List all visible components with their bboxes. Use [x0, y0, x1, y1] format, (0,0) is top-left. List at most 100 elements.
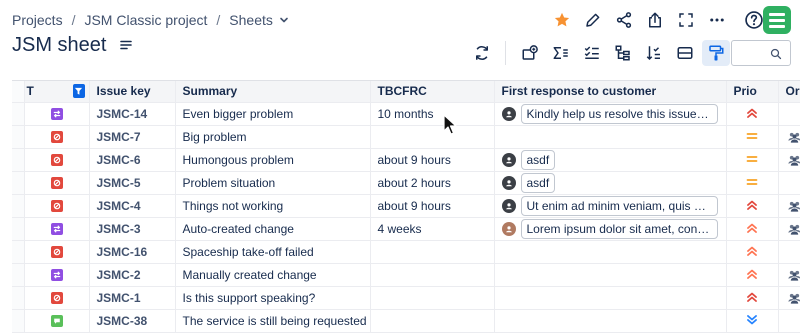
issue-key-cell[interactable]: JSMC-4 — [89, 194, 176, 218]
row-gutter[interactable] — [12, 217, 25, 241]
hierarchy-icon[interactable] — [609, 40, 637, 66]
organization-cell[interactable] — [778, 309, 800, 333]
organization-cell[interactable] — [778, 125, 800, 149]
table-row[interactable]: JSMC-2 Manually created change — [12, 263, 800, 287]
edit-icon[interactable] — [581, 8, 605, 32]
response-comment[interactable]: Kindly help us resolve this issue please — [501, 103, 719, 124]
chevron-down-icon[interactable] — [279, 15, 289, 25]
first-response-cell[interactable]: Kindly help us resolve this issue please — [494, 102, 727, 126]
priority-cell[interactable] — [726, 194, 779, 218]
first-response-cell[interactable]: Lorem ipsum dolor sit amet, consectetur — [494, 217, 727, 241]
search-input[interactable] — [731, 40, 791, 66]
tbcfrc-cell[interactable] — [370, 309, 495, 333]
row-gutter[interactable] — [12, 240, 25, 264]
priority-cell[interactable] — [726, 309, 779, 333]
priority-cell[interactable] — [726, 125, 779, 149]
row-height-icon[interactable] — [671, 40, 699, 66]
organization-cell[interactable] — [778, 263, 800, 287]
priority-cell[interactable] — [726, 286, 779, 310]
tbcfrc-cell[interactable] — [370, 240, 495, 264]
issue-type-cell[interactable] — [24, 102, 90, 126]
first-response-cell[interactable] — [494, 263, 727, 287]
priority-cell[interactable] — [726, 102, 779, 126]
response-comment[interactable]: asdf — [501, 172, 719, 193]
tbcfrc-cell[interactable]: about 9 hours — [370, 194, 495, 218]
table-row[interactable]: JSMC-1 Is this support speaking? — [12, 286, 800, 310]
column-header-type[interactable]: T — [24, 81, 90, 103]
breadcrumb-sheets[interactable]: Sheets — [229, 12, 273, 28]
summary-cell[interactable]: The service is still being requested — [175, 309, 371, 333]
table-row[interactable]: JSMC-38 The service is still being reques… — [12, 309, 800, 333]
row-gutter[interactable] — [12, 125, 25, 149]
row-gutter[interactable] — [12, 171, 25, 195]
tbcfrc-cell[interactable]: about 9 hours — [370, 148, 495, 172]
star-icon[interactable] — [550, 8, 574, 32]
summary-cell[interactable]: Things not working — [175, 194, 371, 218]
table-row[interactable]: JSMC-3 Auto-created change 4 weeks Lorem ip… — [12, 217, 800, 241]
response-comment[interactable]: Ut enim ad minim veniam, quis nostrud — [501, 195, 719, 216]
issue-type-cell[interactable] — [24, 263, 90, 287]
issue-type-cell[interactable] — [24, 309, 90, 333]
tbcfrc-cell[interactable]: 4 weeks — [370, 217, 495, 241]
issue-type-cell[interactable] — [24, 148, 90, 172]
sort-icon[interactable] — [640, 40, 668, 66]
column-header-first-response[interactable]: First response to customer — [494, 81, 727, 103]
issue-key-cell[interactable]: JSMC-1 — [89, 286, 176, 310]
column-header-issue-key[interactable]: Issue key — [89, 81, 176, 103]
column-header-summary[interactable]: Summary — [175, 81, 371, 103]
first-response-cell[interactable] — [494, 240, 727, 264]
issue-type-cell[interactable] — [24, 194, 90, 218]
breadcrumb-project[interactable]: JSM Classic project — [84, 12, 207, 28]
issue-type-cell[interactable] — [24, 217, 90, 241]
issue-key-cell[interactable]: JSMC-6 — [89, 148, 176, 172]
row-gutter[interactable] — [12, 263, 25, 287]
response-comment[interactable]: Lorem ipsum dolor sit amet, consectetur — [501, 218, 719, 239]
tbcfrc-cell[interactable] — [370, 286, 495, 310]
app-logo-icon[interactable] — [763, 6, 791, 34]
checklist-icon[interactable] — [578, 40, 606, 66]
sum-icon[interactable] — [547, 40, 575, 66]
tbcfrc-cell[interactable]: 10 months — [370, 102, 495, 126]
organization-cell[interactable] — [778, 194, 800, 218]
first-response-cell[interactable] — [494, 309, 727, 333]
breadcrumb-projects[interactable]: Projects — [12, 12, 63, 28]
tbcfrc-cell[interactable]: about 2 hours — [370, 171, 495, 195]
first-response-cell[interactable]: asdf — [494, 148, 727, 172]
more-icon[interactable] — [705, 8, 729, 32]
row-gutter[interactable] — [12, 194, 25, 218]
priority-cell[interactable] — [726, 171, 779, 195]
row-gutter[interactable] — [12, 286, 25, 310]
issue-key-cell[interactable]: JSMC-38 — [89, 309, 176, 333]
summary-cell[interactable]: Big problem — [175, 125, 371, 149]
organization-cell[interactable] — [778, 240, 800, 264]
table-row[interactable]: JSMC-7 Big problem — [12, 125, 800, 149]
first-response-cell[interactable] — [494, 286, 727, 310]
priority-cell[interactable] — [726, 148, 779, 172]
table-row[interactable]: JSMC-14 Even bigger problem 10 months Kindl… — [12, 102, 800, 126]
table-row[interactable]: JSMC-16 Spaceship take-off failed — [12, 240, 800, 264]
issue-key-cell[interactable]: JSMC-7 — [89, 125, 176, 149]
priority-cell[interactable] — [726, 217, 779, 241]
column-header-prio[interactable]: Prio — [726, 81, 779, 103]
summary-cell[interactable]: Even bigger problem — [175, 102, 371, 126]
format-painter-icon[interactable] — [702, 40, 730, 66]
priority-cell[interactable] — [726, 240, 779, 264]
summary-cell[interactable]: Is this support speaking? — [175, 286, 371, 310]
priority-cell[interactable] — [726, 263, 779, 287]
issue-key-cell[interactable]: JSMC-16 — [89, 240, 176, 264]
row-gutter[interactable] — [12, 148, 25, 172]
organization-cell[interactable] — [778, 148, 800, 172]
issue-type-cell[interactable] — [24, 240, 90, 264]
organization-cell[interactable] — [778, 171, 800, 195]
row-gutter[interactable] — [12, 309, 25, 333]
response-comment[interactable]: asdf — [501, 149, 719, 170]
issue-key-cell[interactable]: JSMC-2 — [89, 263, 176, 287]
summary-cell[interactable]: Spaceship take-off failed — [175, 240, 371, 264]
summary-cell[interactable]: Manually created change — [175, 263, 371, 287]
refresh-icon[interactable] — [468, 40, 496, 66]
column-header-org[interactable]: Org — [778, 81, 800, 103]
export-icon[interactable] — [643, 8, 667, 32]
fullscreen-icon[interactable] — [674, 8, 698, 32]
tbcfrc-cell[interactable] — [370, 125, 495, 149]
summary-cell[interactable]: Humongous problem — [175, 148, 371, 172]
